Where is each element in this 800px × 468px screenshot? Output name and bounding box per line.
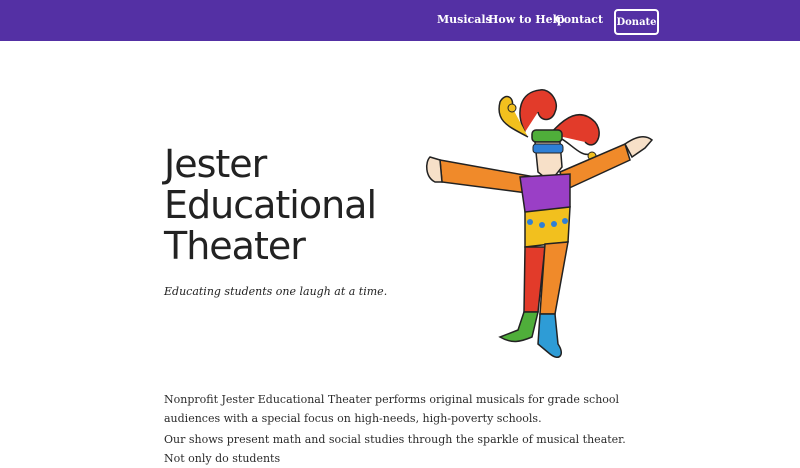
donate-button[interactable]: Donate	[614, 9, 659, 35]
nav-how-to-help[interactable]: How to Help	[488, 13, 565, 26]
top-navigation-bar	[0, 0, 800, 41]
page-title: Jester Educational Theater	[164, 142, 377, 268]
nav-musicals[interactable]: Musicals	[437, 13, 492, 26]
intro-paragraph: Nonprofit Jester Educational Theater per…	[164, 393, 620, 425]
nav-contact[interactable]: Contact	[555, 13, 603, 26]
jester-illustration	[425, 89, 654, 358]
shows-paragraph: Our shows present math and social studie…	[164, 433, 626, 465]
tagline: Educating students one laugh at a time.	[164, 285, 388, 298]
